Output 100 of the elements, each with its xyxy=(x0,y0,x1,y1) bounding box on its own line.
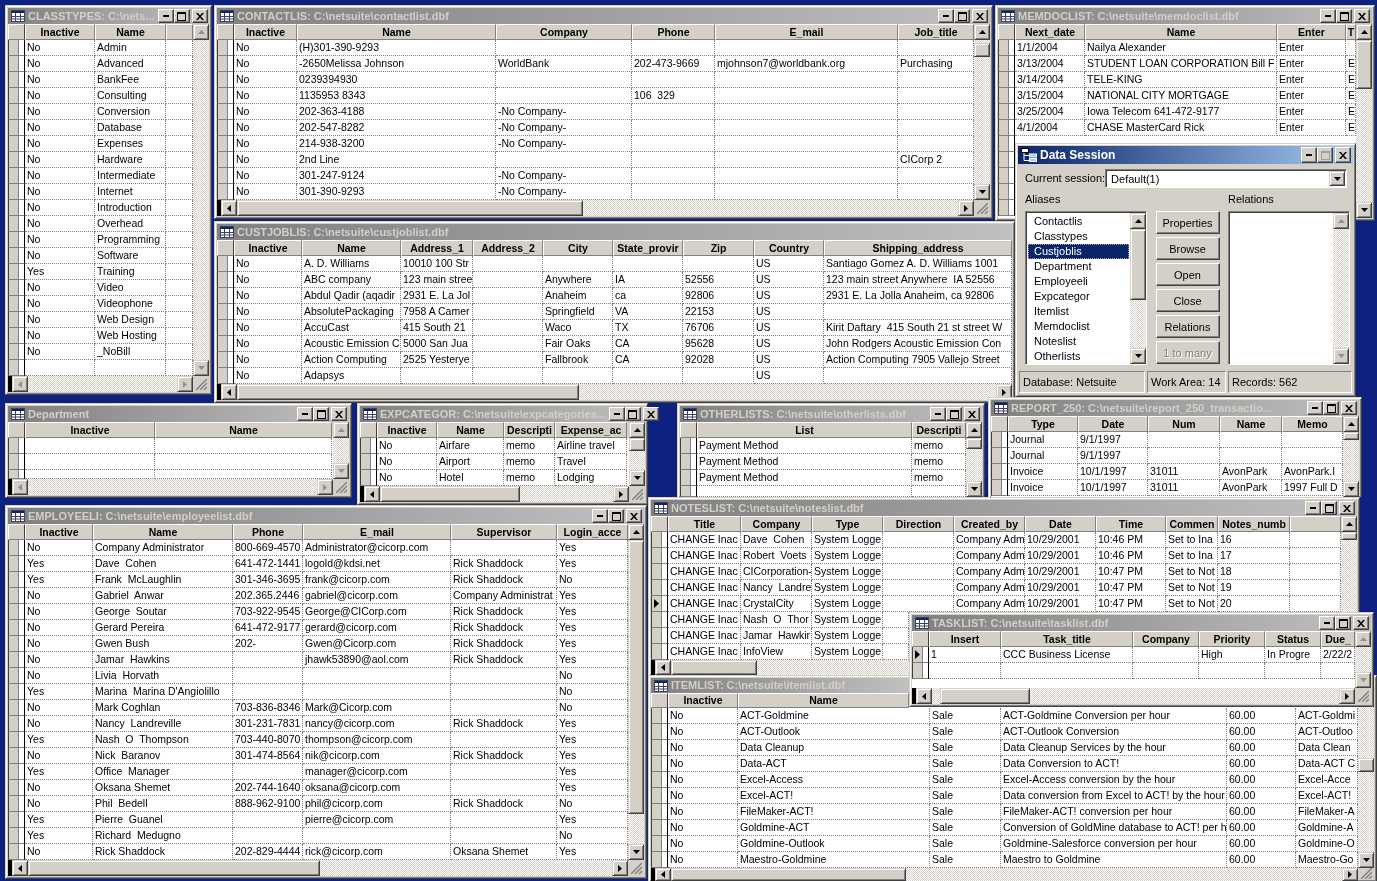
vertical-scrollbar[interactable] xyxy=(1343,416,1359,497)
record-selector[interactable] xyxy=(998,72,1015,88)
record-selector[interactable] xyxy=(8,216,25,232)
record-selector[interactable] xyxy=(998,88,1015,104)
record-selector[interactable] xyxy=(360,470,377,486)
record-selector[interactable] xyxy=(991,464,1008,480)
scroll-right-button[interactable] xyxy=(1342,868,1358,881)
scroll-thumb[interactable] xyxy=(1130,229,1146,301)
record-selector[interactable] xyxy=(8,152,25,168)
horizontal-scrollbar[interactable] xyxy=(364,486,629,502)
record-selector[interactable] xyxy=(8,200,25,216)
scroll-right-button[interactable] xyxy=(177,376,193,392)
close-button[interactable] xyxy=(1339,501,1355,515)
vertical-scrollbar[interactable] xyxy=(974,24,990,200)
record-selector[interactable] xyxy=(8,104,25,120)
record-selector[interactable] xyxy=(217,256,234,272)
record-selector[interactable] xyxy=(651,852,668,868)
record-selector[interactable] xyxy=(912,647,929,663)
list-item[interactable]: Contactlis xyxy=(1028,214,1129,229)
dropdown-button[interactable] xyxy=(1329,171,1345,186)
close-button[interactable] xyxy=(642,407,659,421)
vertical-scrollbar[interactable] xyxy=(1356,24,1372,218)
record-selector[interactable] xyxy=(680,454,697,470)
minimize-button[interactable] xyxy=(297,407,313,421)
record-selector[interactable] xyxy=(217,40,234,56)
record-selector[interactable] xyxy=(217,120,234,136)
record-selector[interactable] xyxy=(8,732,25,748)
record-selector[interactable] xyxy=(217,72,234,88)
scroll-down-button[interactable] xyxy=(1333,348,1349,364)
maximize-button[interactable] xyxy=(1321,501,1337,515)
horizontal-scrollbar[interactable] xyxy=(12,479,333,495)
record-selector[interactable] xyxy=(651,836,668,852)
record-selector[interactable] xyxy=(8,780,25,796)
list-item[interactable]: Classtypes xyxy=(1028,229,1129,244)
scroll-right-button[interactable] xyxy=(317,479,333,495)
scroll-left-button[interactable] xyxy=(12,860,28,876)
record-selector[interactable] xyxy=(8,764,25,780)
record-selector[interactable] xyxy=(217,136,234,152)
scroll-down-button[interactable] xyxy=(1355,672,1371,688)
record-selector[interactable] xyxy=(8,72,25,88)
maximize-button[interactable] xyxy=(1335,616,1351,630)
list-item[interactable]: Otherlists xyxy=(1028,349,1129,364)
size-grip-icon[interactable] xyxy=(977,203,988,214)
minimize-button[interactable] xyxy=(1319,616,1335,630)
record-selector[interactable] xyxy=(360,438,377,454)
record-selector[interactable] xyxy=(912,663,929,679)
scroll-down-button[interactable] xyxy=(193,360,209,376)
scroll-down-button[interactable] xyxy=(966,481,982,497)
record-selector[interactable] xyxy=(998,120,1015,136)
maximize-button[interactable] xyxy=(1336,9,1352,23)
record-selector[interactable] xyxy=(991,432,1008,448)
record-selector[interactable] xyxy=(998,104,1015,120)
vertical-scrollbar[interactable] xyxy=(1355,631,1371,688)
minimize-button[interactable] xyxy=(157,9,174,23)
maximize-button[interactable] xyxy=(1323,401,1339,415)
scroll-right-button[interactable] xyxy=(958,200,974,216)
record-selector[interactable] xyxy=(998,184,1015,200)
record-selector[interactable] xyxy=(8,572,25,588)
scroll-left-button[interactable] xyxy=(12,479,28,495)
session-dropdown[interactable]: Default(1) xyxy=(1105,169,1347,188)
close-button[interactable] xyxy=(626,509,642,523)
scroll-left-button[interactable] xyxy=(655,868,671,881)
record-selector[interactable] xyxy=(8,636,25,652)
record-selector[interactable] xyxy=(651,596,668,612)
record-selector[interactable] xyxy=(8,232,25,248)
record-selector[interactable] xyxy=(8,438,25,454)
record-selector[interactable] xyxy=(8,344,25,360)
minimize-button[interactable] xyxy=(1307,401,1323,415)
record-selector[interactable] xyxy=(998,168,1015,184)
list-item[interactable]: Itemlist xyxy=(1028,304,1129,319)
record-selector[interactable] xyxy=(217,368,234,384)
record-selector[interactable] xyxy=(8,604,25,620)
record-selector[interactable] xyxy=(651,724,668,740)
horizontal-scrollbar[interactable] xyxy=(221,384,1012,400)
scroll-thumb[interactable] xyxy=(974,42,990,58)
record-selector[interactable] xyxy=(651,644,668,660)
minimize-button[interactable] xyxy=(592,509,608,523)
record-selector[interactable] xyxy=(217,320,234,336)
scroll-thumb[interactable] xyxy=(237,384,579,400)
minimize-button[interactable] xyxy=(608,407,625,421)
scroll-up-button[interactable] xyxy=(1341,516,1357,532)
scroll-up-button[interactable] xyxy=(966,422,982,438)
horizontal-scrollbar[interactable] xyxy=(221,200,974,216)
scroll-up-button[interactable] xyxy=(1333,213,1349,229)
record-selector[interactable] xyxy=(651,628,668,644)
record-selector[interactable] xyxy=(217,304,234,320)
horizontal-scrollbar[interactable] xyxy=(916,688,1355,704)
record-selector[interactable] xyxy=(217,288,234,304)
scroll-thumb[interactable] xyxy=(671,868,906,881)
record-selector[interactable] xyxy=(8,844,25,860)
close-button[interactable] xyxy=(1353,616,1369,630)
scroll-up-button[interactable] xyxy=(333,422,349,438)
record-selector[interactable] xyxy=(8,248,25,264)
horizontal-scrollbar[interactable] xyxy=(12,376,193,392)
minimize-button[interactable] xyxy=(938,9,954,23)
scroll-down-button[interactable] xyxy=(333,463,349,479)
record-selector[interactable] xyxy=(8,454,25,470)
list-item[interactable]: Custjoblis xyxy=(1028,244,1129,259)
record-selector[interactable] xyxy=(360,454,377,470)
maximize-button[interactable] xyxy=(954,9,970,23)
